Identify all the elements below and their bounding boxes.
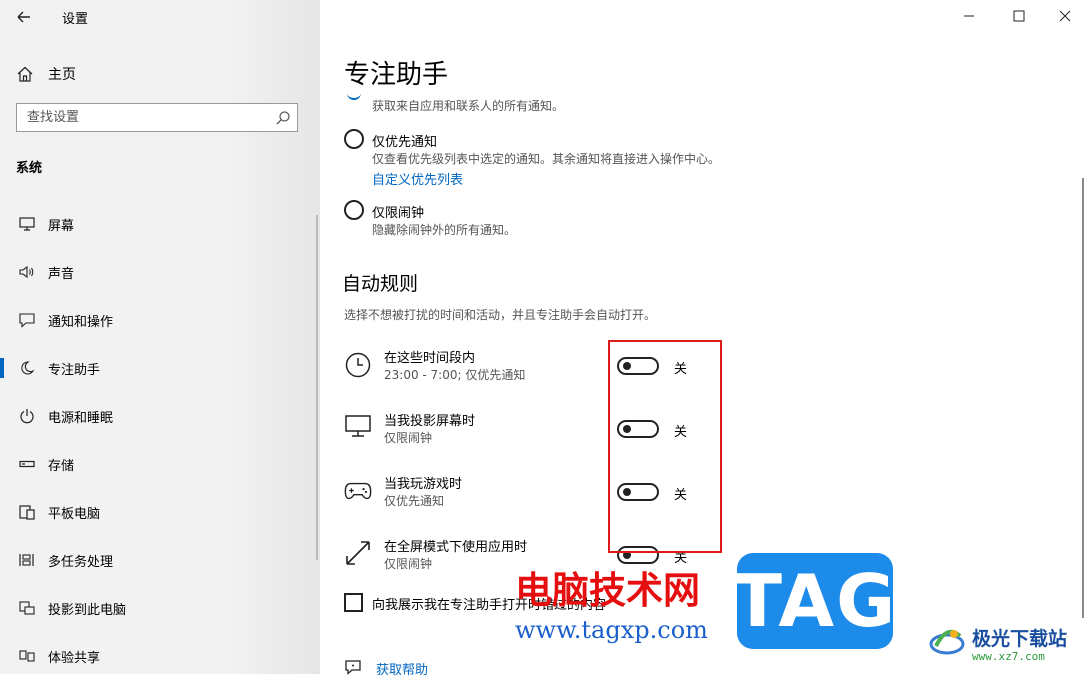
- project-icon: [16, 599, 38, 617]
- minimize-icon: [964, 15, 974, 17]
- watermark-tag-logo: TAG: [733, 553, 895, 649]
- search-box[interactable]: [16, 103, 298, 132]
- power-icon: [16, 407, 38, 425]
- sidebar-item-label: 通知和操作: [48, 314, 114, 330]
- minimize-button[interactable]: [946, 0, 992, 32]
- sidebar-item-label: 平板电脑: [48, 506, 101, 522]
- sidebar-item-notifications[interactable]: 通知和操作: [0, 296, 320, 344]
- back-button[interactable]: [12, 6, 36, 28]
- home-link[interactable]: 主页: [16, 62, 76, 86]
- sidebar-item-label: 投影到此电脑: [48, 602, 127, 618]
- moon-icon: [16, 359, 38, 377]
- storage-icon: [16, 455, 38, 473]
- monitor-icon: [16, 215, 38, 233]
- rule-title[interactable]: 在这些时间段内: [384, 347, 475, 366]
- sidebar-item-label: 多任务处理: [48, 554, 114, 570]
- maximize-icon: [1013, 10, 1025, 22]
- watermark-text: 电脑技术网: [515, 569, 700, 612]
- auto-rules-desc: 选择不想被打扰的时间和活动，并且专注助手会自动打开。: [344, 308, 657, 322]
- get-help-link[interactable]: 获取帮助: [376, 659, 428, 678]
- sidebar-item-sound[interactable]: 声音: [0, 248, 320, 296]
- rule-title[interactable]: 在全屏模式下使用应用时: [384, 536, 527, 555]
- rule-title[interactable]: 当我投影屏幕时: [384, 410, 475, 429]
- sidebar-item-label: 体验共享: [48, 650, 101, 666]
- all-notifications-desc: 获取来自应用和联系人的所有通知。: [372, 99, 565, 113]
- aurora-logo-icon: [928, 622, 966, 660]
- search-icon[interactable]: [275, 110, 291, 130]
- multitask-icon: [16, 551, 38, 569]
- page-title: 专注助手: [344, 60, 449, 90]
- fullscreen-icon: [344, 539, 372, 567]
- title-bar: 设置: [0, 0, 320, 34]
- home-label: 主页: [48, 67, 76, 83]
- notification-icon: [16, 311, 38, 329]
- sidebar-item-label: 屏幕: [48, 218, 75, 234]
- share-icon: [16, 647, 38, 665]
- tablet-icon: [16, 503, 38, 521]
- sidebar-item-power[interactable]: 电源和睡眠: [0, 392, 320, 440]
- watermark-site-name: 极光下载站: [972, 628, 1068, 650]
- watermark-url: www.tagxp.com: [515, 616, 708, 644]
- clock-icon: [344, 351, 372, 379]
- rule-subtitle: 23:00 - 7:00; 仅优先通知: [384, 368, 526, 382]
- close-button[interactable]: [1042, 0, 1088, 32]
- sidebar-item-label: 电源和睡眠: [48, 410, 114, 426]
- gamepad-icon: [344, 477, 372, 505]
- sidebar-item-label: 专注助手: [48, 362, 101, 378]
- section-label: 系统: [16, 161, 43, 176]
- monitor-icon: [344, 412, 372, 440]
- sidebar-item-shared[interactable]: 体验共享: [0, 632, 320, 680]
- option-label[interactable]: 仅限闹钟: [372, 202, 424, 221]
- option-desc: 隐藏除闹钟外的所有通知。: [372, 223, 517, 237]
- sidebar-item-display[interactable]: 屏幕: [0, 200, 320, 248]
- missed-summary-checkbox[interactable]: [344, 593, 363, 612]
- option-label[interactable]: 仅优先通知: [372, 131, 437, 150]
- rule-subtitle: 仅优先通知: [384, 494, 445, 508]
- highlight-box: [608, 340, 722, 553]
- close-icon: [1059, 10, 1071, 22]
- speaker-icon: [16, 263, 38, 281]
- main-panel: 专注助手 获取来自应用和联系人的所有通知。 仅优先通知 仅查看优先级列表中选定的…: [320, 0, 1088, 678]
- radio-selected-partial[interactable]: [347, 92, 361, 100]
- rule-title[interactable]: 当我玩游戏时: [384, 473, 462, 492]
- rule-subtitle: 仅限闹钟: [384, 557, 433, 571]
- option-desc: 仅查看优先级列表中选定的通知。其余通知将直接进入操作中心。: [372, 152, 721, 166]
- radio-alarms-only[interactable]: [344, 200, 364, 220]
- home-icon: [16, 65, 38, 83]
- maximize-button[interactable]: [996, 0, 1042, 32]
- sidebar-item-tablet[interactable]: 平板电脑: [0, 488, 320, 536]
- app-title: 设置: [62, 12, 89, 27]
- sidebar-item-label: 声音: [48, 266, 75, 282]
- watermark-site-url: www.xz7.com: [972, 650, 1045, 663]
- search-input[interactable]: [17, 104, 287, 131]
- auto-rules-heading: 自动规则: [342, 273, 419, 295]
- rule-subtitle: 仅限闹钟: [384, 431, 433, 445]
- sidebar-item-multitasking[interactable]: 多任务处理: [0, 536, 320, 584]
- main-scrollbar[interactable]: [1082, 178, 1084, 618]
- sidebar-item-projecting[interactable]: 投影到此电脑: [0, 584, 320, 632]
- radio-priority-only[interactable]: [344, 129, 364, 149]
- sidebar-item-focus-assist[interactable]: 专注助手: [0, 344, 320, 392]
- customize-priority-link[interactable]: 自定义优先列表: [372, 169, 463, 188]
- sidebar: 设置 主页 系统 屏幕 声音 通知和操作: [0, 0, 320, 674]
- sidebar-scrollbar[interactable]: [316, 215, 318, 560]
- help-icon: [344, 659, 362, 679]
- sidebar-item-label: 存储: [48, 458, 75, 474]
- sidebar-item-storage[interactable]: 存储: [0, 440, 320, 488]
- nav-list: 屏幕 声音 通知和操作 专注助手 电源和睡眠 存储 平板电脑 多任务处理 投影到…: [0, 200, 320, 680]
